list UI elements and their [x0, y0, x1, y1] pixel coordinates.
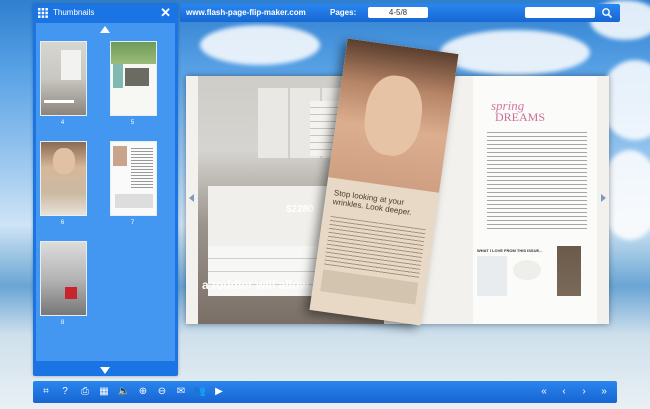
close-icon[interactable]: ✕	[160, 5, 171, 21]
thumbnail-page-4[interactable]	[40, 41, 87, 116]
share-icon[interactable]: 👥	[193, 385, 207, 399]
site-url[interactable]: www.flash-page-flip-maker.com	[186, 8, 306, 17]
price-label: $2280	[286, 204, 314, 215]
scroll-up-arrow-icon[interactable]	[100, 26, 110, 33]
search-input[interactable]	[525, 7, 595, 18]
thumbnail-label: 4	[60, 120, 65, 126]
search-icon[interactable]	[601, 7, 613, 19]
thumbnails-title: Thumbnails	[53, 8, 95, 17]
thumbnail-page-5[interactable]	[110, 41, 157, 116]
thumbnail-label: 8	[60, 320, 65, 326]
thumbnails-panel: Thumbnails ✕ 4 5 6 7 8	[33, 4, 178, 376]
cloud	[200, 25, 320, 65]
next-page-side-arrow-icon[interactable]	[601, 194, 606, 202]
zoom-out-icon[interactable]: ⊖	[155, 385, 169, 399]
autoplay-icon[interactable]: ▶	[212, 385, 226, 399]
top-bar: www.flash-page-flip-maker.com Pages: 4-5…	[180, 4, 620, 22]
thumbnails-list: 4 5 6 7 8	[36, 23, 175, 374]
last-page-icon[interactable]: »	[597, 385, 611, 399]
bottom-toolbar: ⌗ ? ⎙ ▦ 🔈 ⊕ ⊖ ✉ 👥 ▶ « ‹ › »	[33, 381, 617, 403]
thumbnail-label: 6	[60, 220, 65, 226]
fit-icon[interactable]: ⌗	[39, 385, 53, 399]
email-icon[interactable]: ✉	[174, 385, 188, 399]
scroll-down-arrow-icon[interactable]	[100, 367, 110, 374]
section-heading: WHAT I LOVE FROM THIS ISSUE...	[477, 248, 543, 253]
thumbnails-icon[interactable]: ▦	[97, 385, 111, 399]
prev-page-icon[interactable]: ‹	[557, 385, 571, 399]
sound-icon[interactable]: 🔈	[117, 385, 131, 399]
pages-label: Pages:	[330, 8, 357, 17]
flip-tagline: Stop looking at your wrinkles. Look deep…	[332, 188, 413, 218]
print-icon[interactable]: ⎙	[78, 385, 92, 399]
zoom-in-icon[interactable]: ⊕	[136, 385, 150, 399]
first-page-icon[interactable]: «	[537, 385, 551, 399]
thumbnail-page-6[interactable]	[40, 141, 87, 216]
thumbnail-page-7[interactable]	[110, 141, 157, 216]
next-page-icon[interactable]: ›	[577, 385, 591, 399]
thumbnail-label: 5	[130, 120, 135, 126]
cloud	[440, 30, 590, 75]
thumbnail-page-8[interactable]	[40, 241, 87, 316]
help-icon[interactable]: ?	[58, 385, 72, 399]
thumbnail-label: 7	[130, 220, 135, 226]
prev-page-side-arrow-icon[interactable]	[189, 194, 194, 202]
page-number-field[interactable]: 4-5/8	[368, 7, 428, 18]
grid-icon	[38, 8, 48, 18]
right-page[interactable]: spring DREAMS WHAT I LOVE FROM THIS ISSU…	[473, 76, 597, 324]
thumbnails-header: Thumbnails ✕	[33, 4, 178, 22]
dreams-title: DREAMS	[495, 110, 546, 124]
left-headline: a toddler will allow.	[202, 278, 312, 292]
